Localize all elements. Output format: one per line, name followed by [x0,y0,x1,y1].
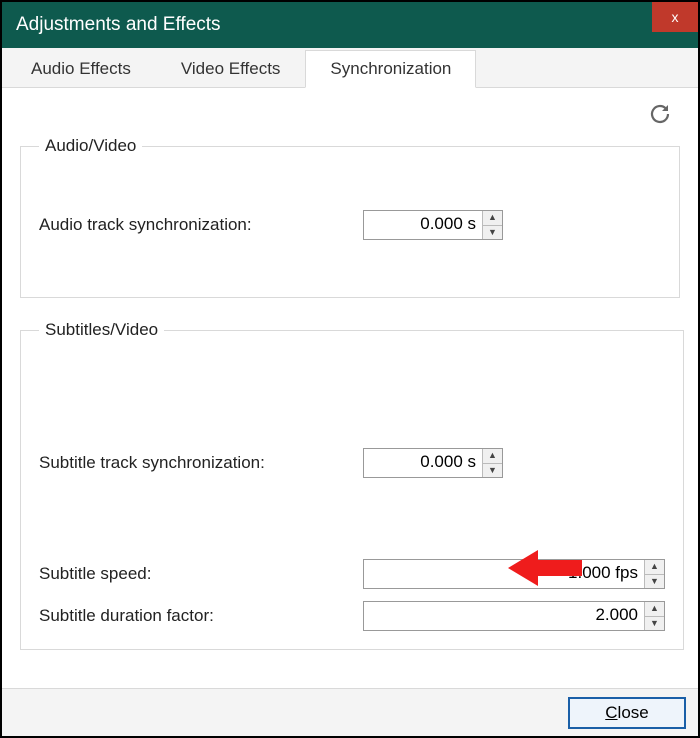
audio-video-group: Audio/Video Audio track synchronization:… [20,136,680,298]
tab-synchronization[interactable]: Synchronization [305,50,476,88]
subtitle-speed-spinner[interactable]: 1.000 fps ▲ ▼ [363,559,665,589]
subtitle-sync-spinner[interactable]: 0.000 s ▲ ▼ [363,448,503,478]
title-bar: Adjustments and Effects x [2,2,698,48]
spinner-arrows: ▲ ▼ [482,211,502,239]
spin-down-icon[interactable]: ▼ [645,575,664,589]
spinner-arrows: ▲ ▼ [644,602,664,630]
close-button-rest: lose [618,703,649,722]
tab-audio-effects[interactable]: Audio Effects [6,50,156,87]
subtitle-duration-label: Subtitle duration factor: [39,606,363,626]
window-title: Adjustments and Effects [16,14,684,36]
spinner-arrows: ▲ ▼ [644,560,664,588]
subtitle-speed-label: Subtitle speed: [39,564,363,584]
spin-down-icon[interactable]: ▼ [645,617,664,631]
spin-up-icon[interactable]: ▲ [645,602,664,617]
spin-down-icon[interactable]: ▼ [483,226,502,240]
spin-up-icon[interactable]: ▲ [483,211,502,226]
refresh-button[interactable] [648,102,672,126]
subtitles-video-group: Subtitles/Video Subtitle track synchroni… [20,320,684,650]
tab-video-effects[interactable]: Video Effects [156,50,306,87]
subtitle-duration-spinner[interactable]: 2.000 ▲ ▼ [363,601,665,631]
subtitle-sync-label: Subtitle track synchronization: [39,453,363,473]
bottom-bar: Close [2,688,698,736]
audio-sync-spinner[interactable]: 0.000 s ▲ ▼ [363,210,503,240]
subtitle-speed-value[interactable]: 1.000 fps [364,560,644,588]
subtitles-video-legend: Subtitles/Video [39,320,164,340]
audio-sync-label: Audio track synchronization: [39,215,363,235]
audio-video-legend: Audio/Video [39,136,142,156]
close-button[interactable]: Close [568,697,686,729]
spin-down-icon[interactable]: ▼ [483,464,502,478]
spin-up-icon[interactable]: ▲ [483,449,502,464]
close-icon: x [672,9,679,25]
spinner-arrows: ▲ ▼ [482,449,502,477]
spin-up-icon[interactable]: ▲ [645,560,664,575]
window-close-button[interactable]: x [652,2,698,32]
subtitle-duration-value[interactable]: 2.000 [364,602,644,630]
adjustments-effects-window: Adjustments and Effects x Audio Effects … [0,0,700,738]
tab-strip: Audio Effects Video Effects Synchronizat… [2,48,698,88]
refresh-icon [648,102,672,126]
close-button-mnemonic: C [605,703,617,722]
subtitle-sync-value[interactable]: 0.000 s [364,449,482,477]
sync-panel: Audio/Video Audio track synchronization:… [2,88,698,688]
audio-sync-value[interactable]: 0.000 s [364,211,482,239]
